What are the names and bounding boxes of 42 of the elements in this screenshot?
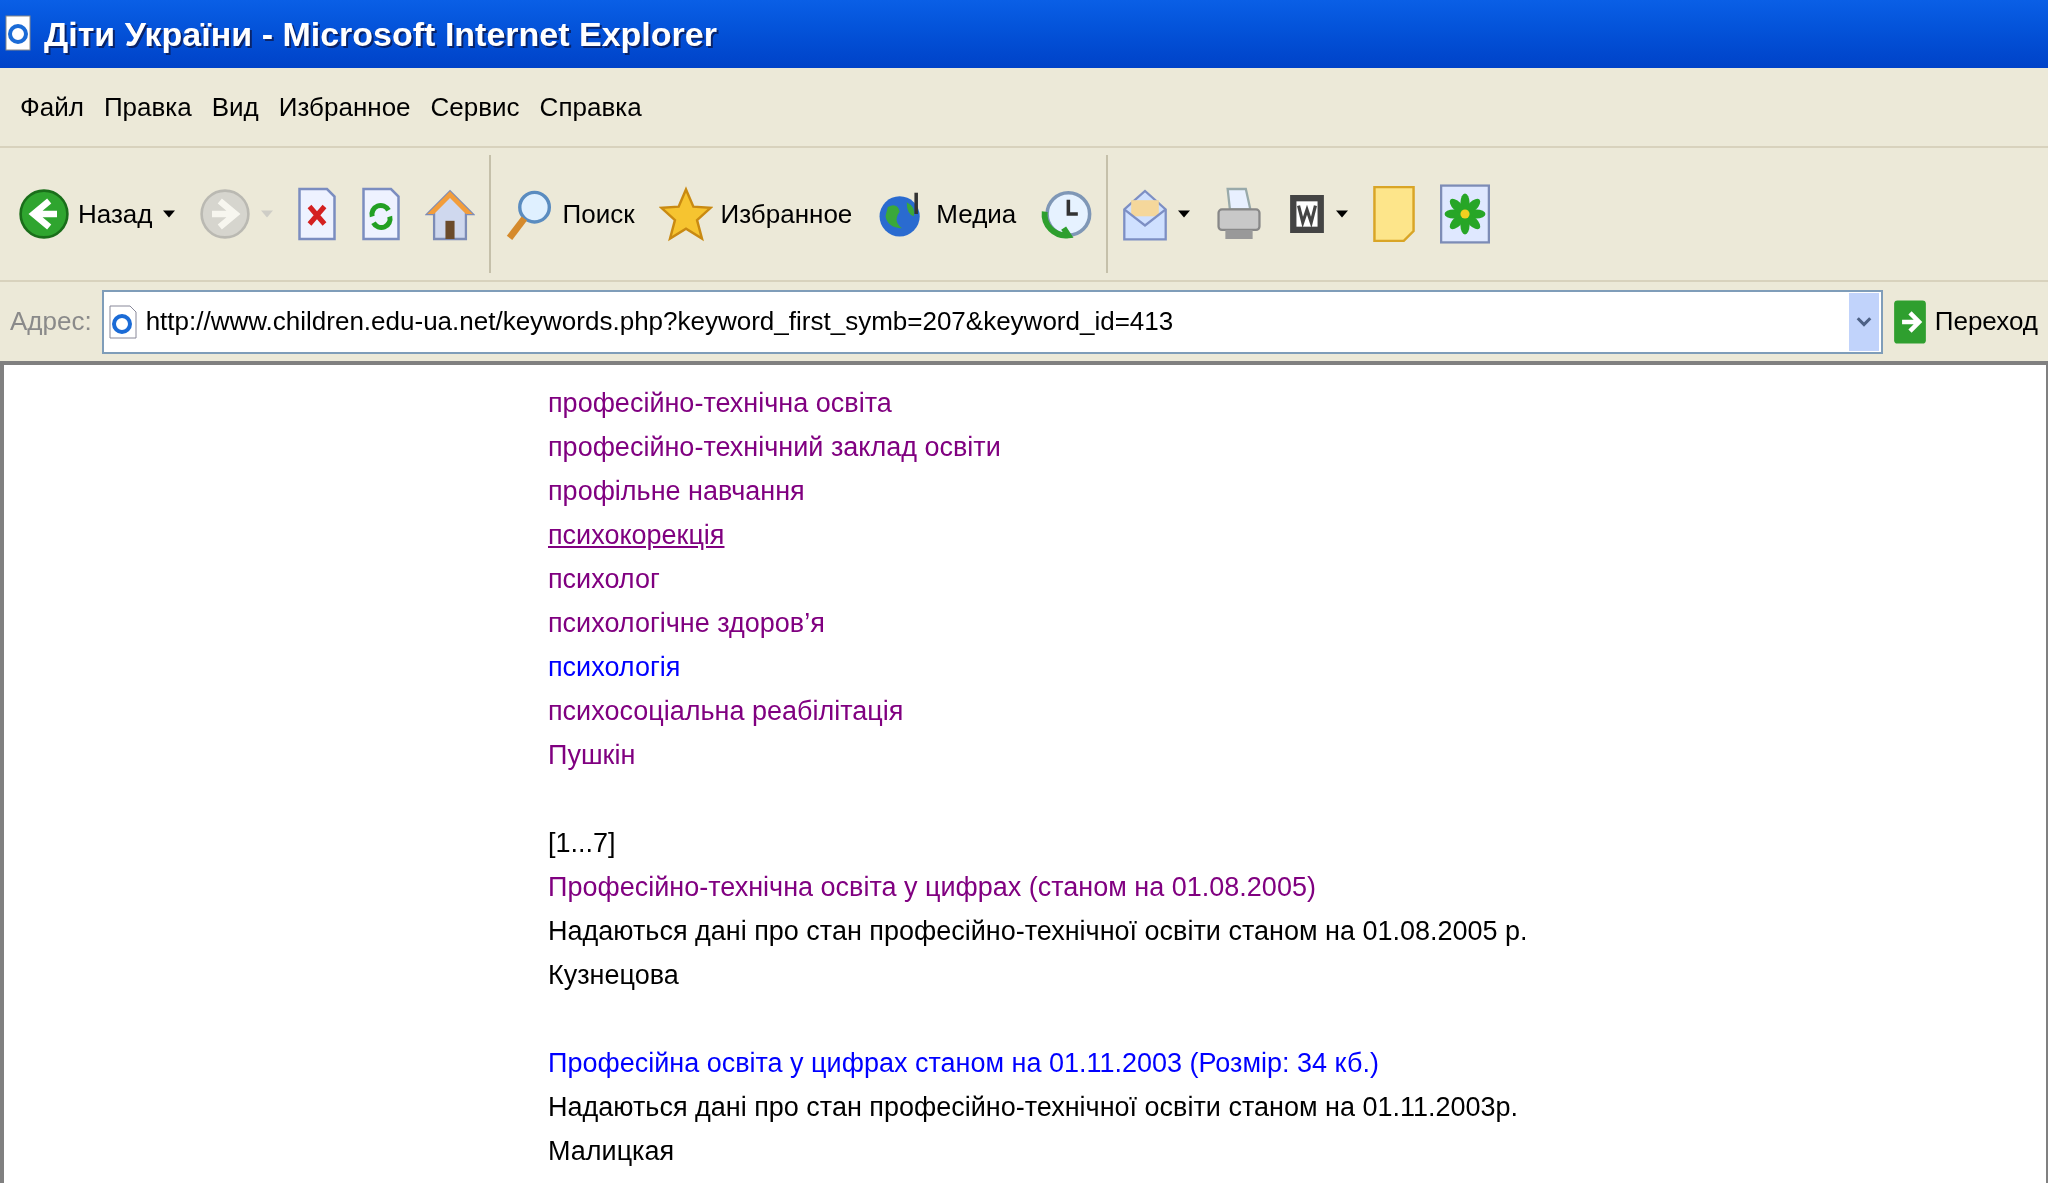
menu-item[interactable]: Избранное (270, 87, 419, 127)
keyword-link[interactable]: профільне навчання (548, 476, 805, 506)
menu-item[interactable]: Вид (203, 87, 267, 127)
menu-item[interactable]: Справка (531, 87, 650, 127)
word-document-icon (1288, 192, 1327, 236)
menu-item[interactable]: Сервис (422, 87, 528, 127)
menu-item[interactable]: Правка (95, 87, 200, 127)
toolbar-button[interactable]: Поиск (500, 174, 639, 254)
refresh-icon (360, 186, 401, 242)
result-author: Кузнецова (548, 960, 679, 990)
dropdown-caret-icon[interactable] (1336, 210, 1349, 218)
keyword-link[interactable]: психокорекція (548, 520, 725, 550)
address-dropdown-button[interactable] (1848, 292, 1879, 351)
chevron-down-icon (1855, 316, 1872, 327)
result-author: Малицкая (548, 1136, 675, 1166)
keyword-link[interactable]: психологічне здоров’я (548, 608, 825, 638)
result-description: Надаються дані про стан професійно-технічної освіти станом на 01.11.2003р. (548, 1092, 1519, 1122)
stop-icon (296, 186, 337, 242)
window-title: Діти України - Microsoft Internet Explorer (44, 13, 717, 55)
result-description: Надаються дані про стан професійно-технічної освіти станом на 01.08.2005 р. (548, 916, 1528, 946)
keyword-link[interactable]: професійно-технічна освіта (548, 388, 892, 418)
note-icon (1372, 184, 1417, 244)
address-label: Адрес: (10, 305, 92, 338)
flower-icon (1440, 184, 1491, 244)
toolbar-button[interactable]: Назад (14, 174, 179, 254)
toolbar-button[interactable]: Медиа (872, 174, 1021, 254)
go-button[interactable]: Переход (1892, 293, 2038, 350)
result-title-link[interactable]: Професійна освіта у цифрах станом на 01.11.2003 (Розмір: 34 кб.) (548, 1048, 1379, 1078)
address-field[interactable]: http://www.children.edu-ua.net/keywords.php?keyword_first_symb=207&keyword_id=413 (101, 289, 1883, 354)
menu-item[interactable]: Файл (12, 87, 92, 127)
dropdown-caret-icon[interactable] (1178, 210, 1191, 218)
star-icon (658, 186, 713, 242)
keyword-link[interactable]: психологія (548, 652, 681, 682)
keyword-link[interactable]: Пушкін (548, 740, 636, 770)
pagination[interactable]: [1...7] (548, 828, 616, 858)
keyword-link[interactable]: психосоціальна реабілітація (548, 696, 904, 726)
dropdown-caret-icon[interactable] (162, 210, 175, 218)
keyword-link[interactable]: професійно-технічний заклад освіти (548, 432, 1001, 462)
toolbar-button[interactable]: Избранное (654, 174, 857, 254)
page-icon (107, 302, 138, 341)
keyword-link[interactable]: психолог (548, 564, 660, 594)
result-title-link[interactable]: Професійно-технічна освіта у цифрах (станом на 01.08.2005) (548, 872, 1316, 902)
